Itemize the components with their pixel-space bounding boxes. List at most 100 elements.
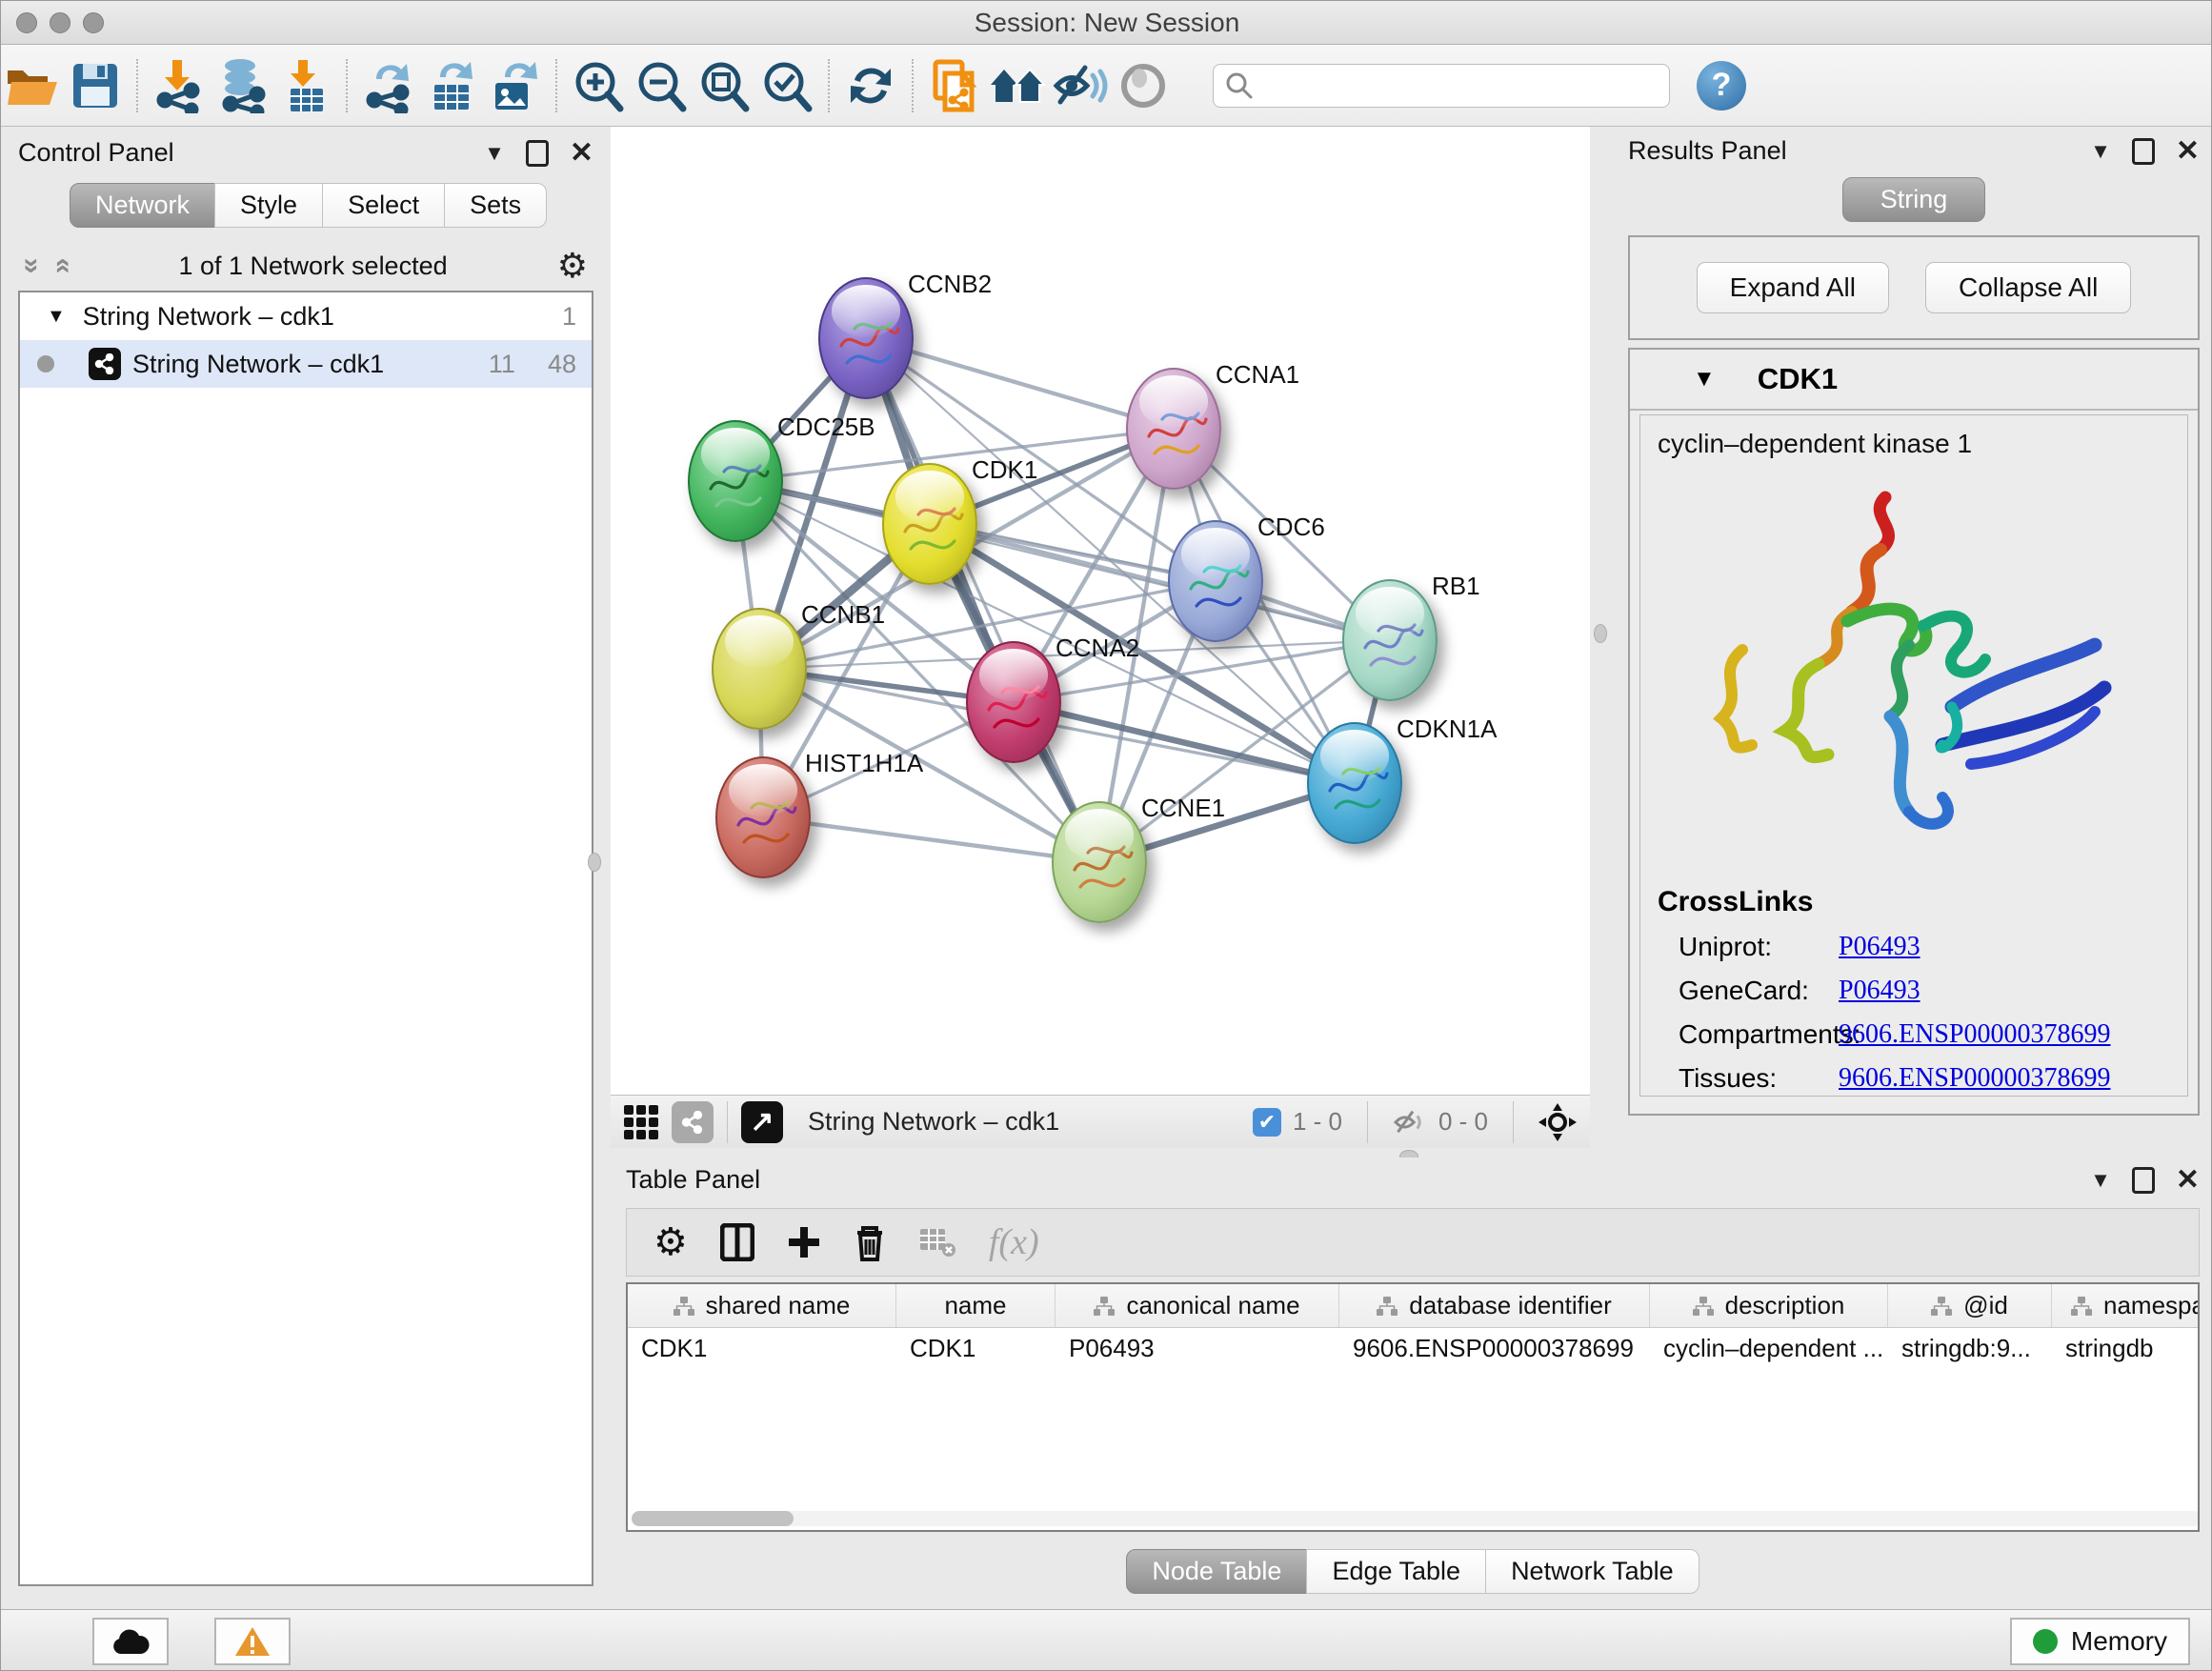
string-view-icon[interactable] [672, 1101, 714, 1143]
zoom-in-button[interactable] [567, 56, 630, 115]
expand-all-button[interactable]: Expand All [1697, 262, 1889, 313]
column-header-name[interactable]: name [896, 1284, 1056, 1327]
table-cell[interactable]: CDK1 [628, 1328, 896, 1372]
warnings-button[interactable] [214, 1618, 291, 1665]
tab-string[interactable]: String [1842, 177, 1985, 222]
float-panel-icon[interactable] [2132, 138, 2155, 165]
float-panel-icon[interactable] [526, 140, 549, 167]
network-edge[interactable] [866, 338, 1099, 862]
delete-column-icon[interactable] [854, 1223, 886, 1261]
tab-style[interactable]: Style [214, 183, 323, 228]
import-table-button[interactable] [273, 56, 336, 115]
export-image-button[interactable] [483, 56, 546, 115]
panel-menu-icon[interactable]: ▼ [2090, 1168, 2111, 1193]
network-options-gear-icon[interactable]: ⚙ [557, 249, 588, 283]
column-header-shared-name[interactable]: shared name [628, 1284, 896, 1327]
close-panel-icon[interactable]: ✕ [2176, 1163, 2200, 1197]
network-node-ccna2[interactable] [966, 641, 1061, 763]
create-column-icon[interactable] [787, 1225, 821, 1259]
scrollbar-thumb[interactable] [632, 1511, 794, 1526]
import-network-from-database-button[interactable] [211, 56, 273, 115]
birdseye-view-icon[interactable]: ↗ [741, 1101, 783, 1143]
open-session-button[interactable] [1, 56, 64, 115]
column-header-namespac[interactable]: namespac [2052, 1284, 2200, 1327]
network-canvas[interactable]: CCNB2CCNA1CDC25BCDK1CDC6RB1CCNB1CCNA2CDK… [611, 127, 1590, 1095]
column-header-database-identifier[interactable]: database identifier [1339, 1284, 1650, 1327]
zoom-selected-button[interactable] [755, 56, 818, 115]
collapse-all-networks-icon[interactable]: » [47, 258, 75, 274]
import-network-button[interactable] [148, 56, 211, 115]
table-cell[interactable]: 9606.ENSP00000378699 [1339, 1328, 1650, 1372]
crosslink-link[interactable]: 9606.ENSP00000378699 [1839, 1019, 2110, 1050]
left-splitter-handle[interactable] [588, 853, 601, 872]
table-row[interactable]: CDK1CDK1P064939606.ENSP00000378699cyclin… [628, 1328, 2198, 1372]
copy-network-view-button[interactable] [923, 56, 986, 115]
network-collection-row[interactable]: ▼ String Network – cdk1 1 [20, 292, 592, 340]
float-panel-icon[interactable] [2132, 1167, 2155, 1194]
network-column-icon [674, 1297, 694, 1316]
network-node-cdc25b[interactable] [688, 420, 783, 542]
search-field[interactable] [1213, 64, 1670, 108]
table-cell[interactable]: stringdb [2052, 1328, 2200, 1372]
search-input[interactable] [1254, 70, 1658, 101]
zoom-fit-button[interactable] [693, 56, 755, 115]
panel-menu-icon[interactable]: ▼ [484, 141, 505, 166]
table-cell[interactable]: P06493 [1056, 1328, 1339, 1372]
pan-crosshair-icon[interactable] [1538, 1103, 1577, 1141]
grid-view-icon[interactable] [624, 1105, 658, 1139]
table-cell[interactable]: CDK1 [896, 1328, 1056, 1372]
close-panel-icon[interactable]: ✕ [570, 136, 593, 170]
table-cell[interactable]: cyclin–dependent ... [1650, 1328, 1888, 1372]
tab-sets[interactable]: Sets [444, 183, 547, 228]
crosslink-link[interactable]: P06493 [1839, 932, 1920, 962]
network-node-cdc6[interactable] [1168, 520, 1263, 642]
tab-network[interactable]: Network [70, 183, 215, 228]
home-button[interactable] [986, 56, 1049, 115]
expand-all-networks-icon[interactable]: » [17, 258, 46, 274]
crosslink-link[interactable]: 9606.ENSP00000378699 [1839, 1063, 2110, 1094]
column-header-canonical-name[interactable]: canonical name [1056, 1284, 1339, 1327]
network-row[interactable]: String Network – cdk1 11 48 [20, 340, 592, 388]
tab-select[interactable]: Select [322, 183, 445, 228]
panel-menu-icon[interactable]: ▼ [2090, 139, 2111, 164]
export-network-button[interactable] [357, 56, 420, 115]
tab-node-table[interactable]: Node Table [1126, 1549, 1307, 1594]
tab-network-table[interactable]: Network Table [1485, 1549, 1699, 1594]
network-node-cdkn1a[interactable] [1307, 722, 1402, 844]
network-node-ccna1[interactable] [1126, 368, 1221, 490]
collapse-collection-icon[interactable]: ▼ [47, 306, 66, 328]
crosslink-link[interactable]: P06493 [1839, 976, 1920, 1006]
network-node-ccnb2[interactable] [818, 277, 914, 399]
column-header-description[interactable]: description [1650, 1284, 1888, 1327]
hide-unhide-button[interactable] [1049, 56, 1112, 115]
network-edge[interactable] [763, 817, 1099, 862]
collapse-all-button[interactable]: Collapse All [1925, 262, 2131, 313]
table-cell[interactable]: stringdb:9... [1888, 1328, 2052, 1372]
memory-button[interactable]: Memory [2010, 1618, 2190, 1665]
cloud-button[interactable] [92, 1618, 169, 1665]
network-node-ccnb1[interactable] [712, 608, 807, 730]
close-panel-icon[interactable]: ✕ [2176, 134, 2200, 168]
network-node-cdk1[interactable] [882, 463, 977, 585]
network-column-icon [2071, 1297, 2092, 1316]
gene-entry-header[interactable]: ▼ CDK1 [1630, 350, 2198, 411]
network-edge[interactable] [1014, 702, 1355, 783]
horizontal-scrollbar[interactable] [632, 1511, 2200, 1526]
show-columns-icon[interactable] [720, 1223, 754, 1261]
table-options-gear-icon[interactable]: ⚙ [654, 1223, 688, 1261]
show-hidden-button[interactable] [1112, 56, 1175, 115]
save-session-button[interactable] [64, 56, 127, 115]
network-node-ccne1[interactable] [1052, 801, 1147, 923]
network-node-hist1h1a[interactable] [715, 756, 811, 878]
column-header-@id[interactable]: @id [1888, 1284, 2052, 1327]
network-node-rb1[interactable] [1342, 579, 1438, 701]
collapse-entry-icon[interactable]: ▼ [1693, 366, 1716, 393]
zoom-out-button[interactable] [630, 56, 693, 115]
selected-checkbox-icon[interactable]: ✔ [1253, 1108, 1281, 1137]
export-table-button[interactable] [420, 56, 483, 115]
tab-edge-table[interactable]: Edge Table [1306, 1549, 1486, 1594]
apply-layout-button[interactable] [839, 56, 902, 115]
function-builder-icon: f(x) [989, 1221, 1039, 1263]
right-splitter-handle[interactable] [1594, 624, 1607, 643]
help-button[interactable]: ? [1697, 61, 1746, 111]
